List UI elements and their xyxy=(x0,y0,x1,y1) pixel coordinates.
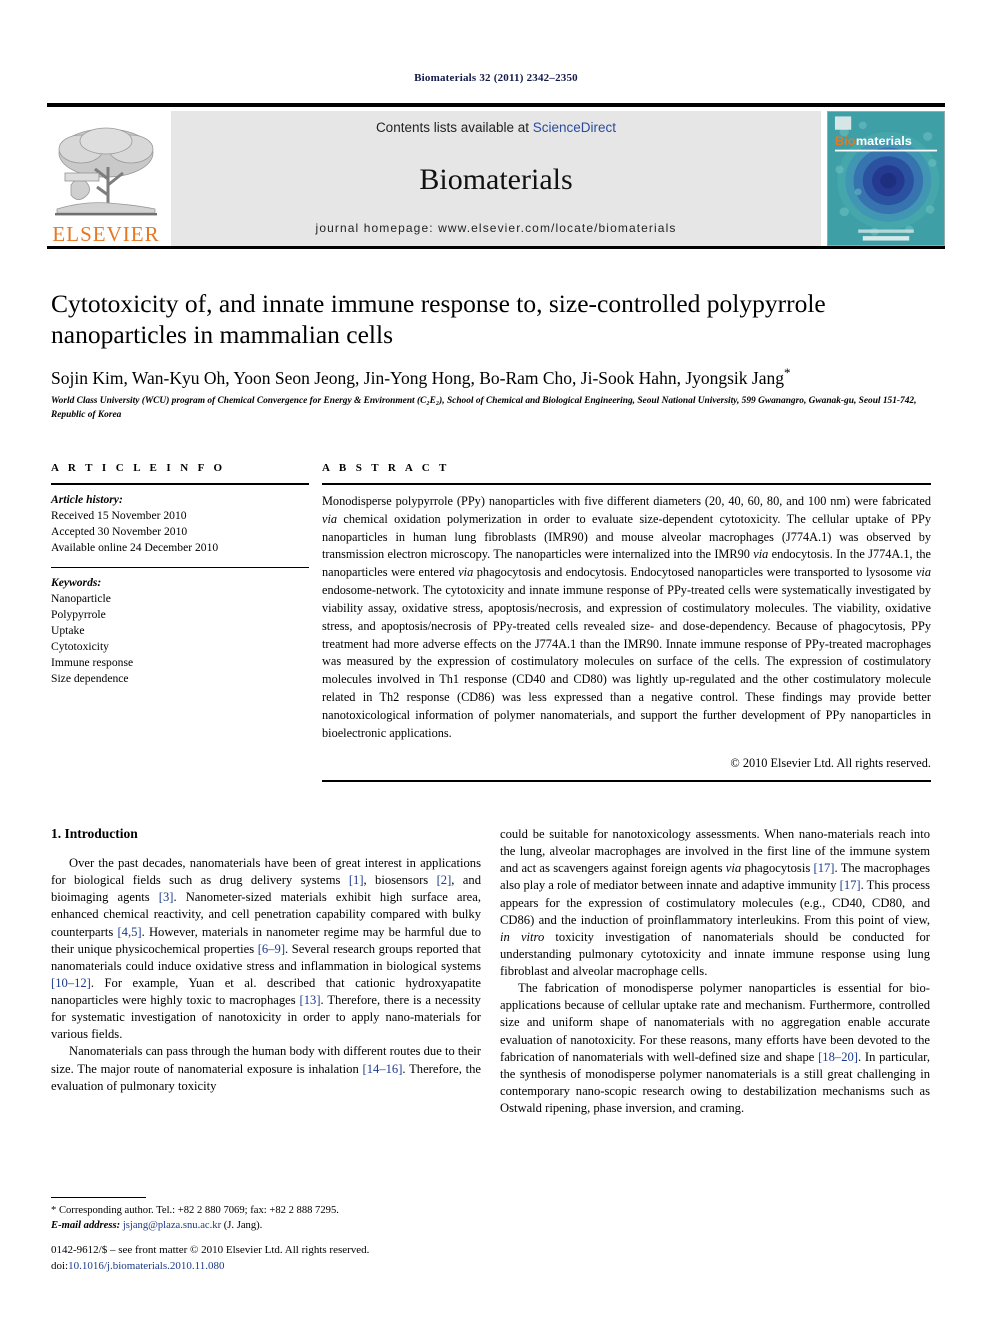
body-column-right: could be suitable for nanotoxicology ass… xyxy=(500,826,930,1117)
abstract-copyright: © 2010 Elsevier Ltd. All rights reserved… xyxy=(730,755,931,770)
masthead-center: Contents lists available at ScienceDirec… xyxy=(171,111,821,246)
corresponding-author-footnote: * Corresponding author. Tel.: +82 2 880 … xyxy=(51,1197,481,1234)
article-info-rule xyxy=(51,483,309,485)
history-item: Received 15 November 2010 xyxy=(51,508,187,522)
abstract-heading: A B S T R A C T xyxy=(322,462,450,474)
keywords-rule xyxy=(51,566,309,568)
svg-text:materials: materials xyxy=(856,135,912,149)
footnote-rule xyxy=(51,1197,146,1198)
email-suffix: (J. Jang). xyxy=(223,1220,263,1232)
keyword-item: Immune response xyxy=(51,655,134,669)
paragraph: could be suitable for nanotoxicology ass… xyxy=(500,827,931,978)
email-link[interactable]: jsjang@plaza.snu.ac.kr xyxy=(123,1220,221,1231)
footnote-contact: * Corresponding author. Tel.: +82 2 880 … xyxy=(51,1205,339,1216)
journal-masthead: ELSEVIER Contents lists available at Sci… xyxy=(47,103,945,246)
keywords-label: Keywords: xyxy=(51,575,102,589)
abstract-block: A B S T R A C T Monodisperse polypyrrole… xyxy=(322,462,931,782)
corresponding-author-marker: * xyxy=(784,365,791,380)
article-history-label: Article history: xyxy=(51,493,123,506)
abstract-text: Monodisperse polypyrrole (PPy) nanoparti… xyxy=(322,494,931,740)
author-names: Sojin Kim, Wan-Kyu Oh, Yoon Seon Jeong, … xyxy=(51,367,785,388)
contents-available-line: Contents lists available at ScienceDirec… xyxy=(376,120,616,135)
article-info-block: A R T I C L E I N F O Article history: R… xyxy=(51,462,309,687)
copyright-line: 0142-9612/$ – see front matter © 2010 El… xyxy=(51,1244,370,1256)
cover-artwork: Bio materials xyxy=(828,112,944,245)
paragraph: The fabrication of monodisperse polymer … xyxy=(500,981,931,1115)
doi-line: doi:10.1016/j.biomaterials.2010.11.080 xyxy=(51,1259,481,1275)
footnote-email-line: E-mail address: jsjang@plaza.snu.ac.kr (… xyxy=(51,1218,481,1233)
paper-page: Biomaterials 32 (2011) 2342–2350 ELSEVIE… xyxy=(0,0,992,1323)
journal-title: Biomaterials xyxy=(419,163,573,196)
running-head: Biomaterials 32 (2011) 2342–2350 xyxy=(414,72,578,84)
svg-text:Bio: Bio xyxy=(835,135,856,149)
contents-available-text: Contents lists available at xyxy=(375,120,533,135)
paragraph: Over the past decades, nanomaterials hav… xyxy=(51,856,481,1042)
elsevier-logo: ELSEVIER xyxy=(47,111,165,246)
paragraph: Nanomaterials can pass through the human… xyxy=(51,1044,481,1093)
doi-link[interactable]: 10.1016/j.biomaterials.2010.11.080 xyxy=(68,1260,224,1272)
keyword-item: Uptake xyxy=(51,623,85,637)
article-info-heading: A R T I C L E I N F O xyxy=(51,462,226,474)
page-title: Cytotoxicity of, and innate immune respo… xyxy=(51,289,826,350)
abstract-rule xyxy=(322,483,931,485)
body-column-left: Over the past decades, nanomaterials hav… xyxy=(51,855,481,1095)
sciencedirect-link[interactable]: ScienceDirect xyxy=(533,120,616,135)
history-item: Available online 24 December 2010 xyxy=(51,540,219,554)
affiliation: World Class University (WCU) program of … xyxy=(51,396,917,421)
email-label: E-mail address: xyxy=(51,1220,121,1232)
journal-homepage-link[interactable]: journal homepage: www.elsevier.com/locat… xyxy=(316,221,677,235)
colophon: 0142-9612/$ – see front matter © 2010 El… xyxy=(51,1243,481,1275)
elsevier-wordmark: ELSEVIER xyxy=(52,222,160,246)
abstract-bottom-rule xyxy=(322,779,931,782)
keyword-item: Cytotoxicity xyxy=(51,639,109,653)
section-heading-introduction: 1. Introduction xyxy=(51,826,138,841)
keyword-item: Size dependence xyxy=(51,671,129,685)
article-history: Article history: Received 15 November 20… xyxy=(51,492,309,556)
journal-cover-thumbnail: Bio materials xyxy=(827,111,945,246)
history-item: Accepted 30 November 2010 xyxy=(51,524,188,538)
keyword-item: Polypyrrole xyxy=(51,607,106,621)
keyword-item: Nanoparticle xyxy=(51,591,111,605)
masthead-bottom-rule xyxy=(47,246,945,249)
elsevier-tree-icon xyxy=(55,127,157,216)
keywords-list: Keywords: Nanoparticle Polypyrrole Uptak… xyxy=(51,575,309,687)
author-list: Sojin Kim, Wan-Kyu Oh, Yoon Seon Jeong, … xyxy=(51,365,931,389)
doi-label: doi: xyxy=(51,1259,69,1272)
